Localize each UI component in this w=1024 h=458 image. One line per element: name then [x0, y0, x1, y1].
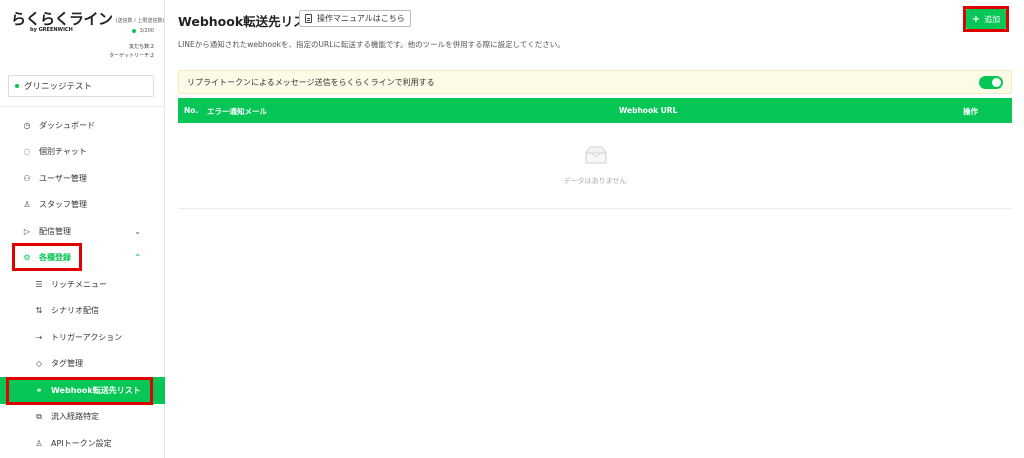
sidebar-subitem-label: トリガーアクション: [51, 332, 123, 342]
logo-text: らくらくライン: [11, 10, 113, 28]
sidebar-subitem-label: Webhook転送先リスト: [51, 385, 141, 395]
gear-icon: ⚙: [23, 253, 31, 263]
sidebar-item-chat[interactable]: ◌ 個別チャット: [0, 139, 165, 166]
send-icon: ▷: [23, 226, 31, 236]
account-selector[interactable]: グリニッジテスト: [8, 75, 154, 97]
column-header-no: No.: [184, 106, 199, 115]
sidebar-divider: [0, 106, 165, 107]
menu-icon: ☰: [35, 279, 43, 289]
sidebar-subitem-api-token[interactable]: ♙ APIトークン設定: [0, 430, 165, 457]
sidebar-nav: ◷ ダッシュボード ◌ 個別チャット ⚇ ユーザー管理 ♙ スタッフ管理 ▷ 配…: [0, 112, 165, 457]
sidebar-subitem-route[interactable]: ⧉ 流入経路特定: [0, 404, 165, 431]
empty-state: データはありません: [178, 123, 1012, 209]
sidebar-item-registration[interactable]: ⚙ 各種登録 ⌃: [0, 245, 165, 272]
trigger-icon: ⇢: [35, 332, 43, 342]
sidebar-subitem-label: リッチメニュー: [51, 279, 107, 289]
sidebar-item-dashboard[interactable]: ◷ ダッシュボード: [0, 112, 165, 139]
sidebar-item-staff[interactable]: ♙ スタッフ管理: [0, 192, 165, 219]
reply-token-toggle[interactable]: [979, 76, 1003, 89]
sidebar-item-label: 配信管理: [39, 226, 71, 236]
plus-icon: +: [971, 13, 981, 25]
scenario-icon: ⇅: [35, 306, 43, 316]
sidebar-subitem-label: APIトークン設定: [51, 438, 112, 448]
sidebar-item-label: 各種登録: [39, 253, 71, 263]
sidebar-subitem-rich-menu[interactable]: ☰ リッチメニュー: [0, 271, 165, 298]
sidebar-item-label: ダッシュボード: [39, 120, 95, 130]
target-reach: ターゲットリーチ:2: [109, 53, 154, 59]
add-button[interactable]: + 追加: [966, 9, 1006, 29]
account-dot-icon: [15, 84, 19, 88]
friends-count: 友だち数:2: [129, 44, 154, 50]
account-name: グリニッジテスト: [24, 82, 93, 92]
send-count-value: 3/200: [139, 28, 154, 34]
sidebar-item-delivery[interactable]: ▷ 配信管理 ⌄: [0, 218, 165, 245]
chevron-up-icon: ⌃: [134, 253, 141, 263]
reply-token-notice: リプライトークンによるメッセージ送信をらくらくラインで利用する: [178, 70, 1012, 94]
chevron-down-icon: ⌄: [134, 226, 141, 236]
table-header: No. エラー通知メール Webhook URL 操作: [178, 98, 1012, 123]
sidebar-subitem-trigger[interactable]: ⇢ トリガーアクション: [0, 324, 165, 351]
logo-area: らくらくライン (送信数 / 上限送信数) by GREENWICH 3/200…: [0, 0, 164, 70]
manual-button[interactable]: 操作マニュアルはこちら: [299, 10, 411, 27]
sidebar-subitem-tags[interactable]: ◇ タグ管理: [0, 351, 165, 378]
route-icon: ⧉: [36, 411, 42, 421]
sidebar-item-label: スタッフ管理: [39, 200, 87, 210]
send-count: 3/200: [131, 28, 154, 34]
empty-text: データはありません: [563, 177, 627, 185]
key-icon: ♙: [35, 438, 43, 448]
sidebar-subitem-webhook[interactable]: ⚭ Webhook転送先リスト: [0, 377, 165, 404]
column-header-actions: 操作: [963, 107, 978, 116]
sidebar-item-label: ユーザー管理: [39, 173, 87, 183]
link-icon: ⚭: [35, 385, 43, 395]
chat-icon: ◌: [23, 147, 31, 157]
sidebar-subitem-label: シナリオ配信: [51, 306, 99, 316]
column-header-error-mail: エラー通知メール: [207, 107, 267, 116]
staff-icon: ♙: [23, 200, 31, 210]
inbox-empty-icon: [585, 146, 607, 164]
column-header-webhook-url: Webhook URL: [619, 106, 678, 115]
sidebar-item-label: 個別チャット: [39, 147, 87, 157]
tag-icon: ◇: [35, 359, 43, 369]
sidebar-subitem-scenario[interactable]: ⇅ シナリオ配信: [0, 298, 165, 325]
page-title: Webhook転送先リスト: [178, 14, 319, 29]
add-button-label: 追加: [984, 14, 1001, 24]
manual-button-label: 操作マニュアルはこちら: [317, 14, 405, 23]
logo-subtitle: (送信数 / 上限送信数): [115, 17, 165, 24]
sidebar-subitem-label: 流入経路特定: [51, 412, 99, 422]
highlight-box: + 追加: [963, 6, 1009, 32]
sidebar-item-users[interactable]: ⚇ ユーザー管理: [0, 165, 165, 192]
main-content: Webhook転送先リスト 操作マニュアルはこちら LINEから通知されたweb…: [166, 0, 1024, 458]
sidebar: らくらくライン (送信数 / 上限送信数) by GREENWICH 3/200…: [0, 0, 165, 458]
dashboard-icon: ◷: [23, 120, 31, 130]
notice-text: リプライトークンによるメッセージ送信をらくらくラインで利用する: [187, 77, 435, 87]
sidebar-subitem-label: タグ管理: [51, 359, 83, 369]
status-dot-icon: [131, 29, 136, 33]
users-icon: ⚇: [23, 173, 31, 183]
document-icon: [305, 14, 312, 23]
friend-stats: 友だち数:2 ターゲットリーチ:2: [109, 43, 154, 61]
page-description: LINEから通知されたwebhookを、指定のURLに転送する機能です。他のツー…: [178, 40, 565, 49]
